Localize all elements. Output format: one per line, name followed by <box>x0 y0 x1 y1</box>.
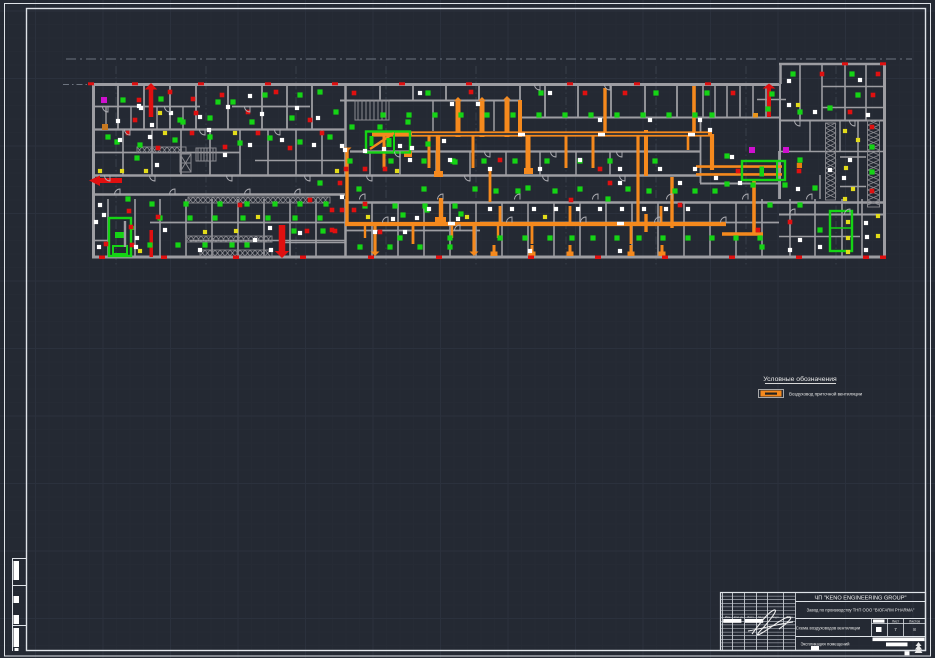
svg-text:Завод по производству ТНП ООО: Завод по производству ТНП ООО "BIOFARM P… <box>807 608 915 613</box>
svg-text:Лист: Лист <box>892 620 900 624</box>
svg-text:Воздуховод приточной вентиляци: Воздуховод приточной вентиляции <box>789 391 863 397</box>
svg-text:Листов: Листов <box>909 620 920 624</box>
svg-text:Экспликация помещений: Экспликация помещений <box>801 642 851 647</box>
svg-text:Лист: Лист <box>747 615 754 619</box>
svg-text:Изм: Изм <box>725 615 731 619</box>
svg-text:Условные обозначения: Условные обозначения <box>763 375 837 383</box>
svg-text:Схема воздуховодов вентиляции: Схема воздуховодов вентиляции <box>796 626 861 631</box>
svg-text:Кол.уч: Кол.уч <box>734 615 743 619</box>
svg-text:ЧП "KENO ENGINEERING GROUP": ЧП "KENO ENGINEERING GROUP" <box>815 596 907 602</box>
